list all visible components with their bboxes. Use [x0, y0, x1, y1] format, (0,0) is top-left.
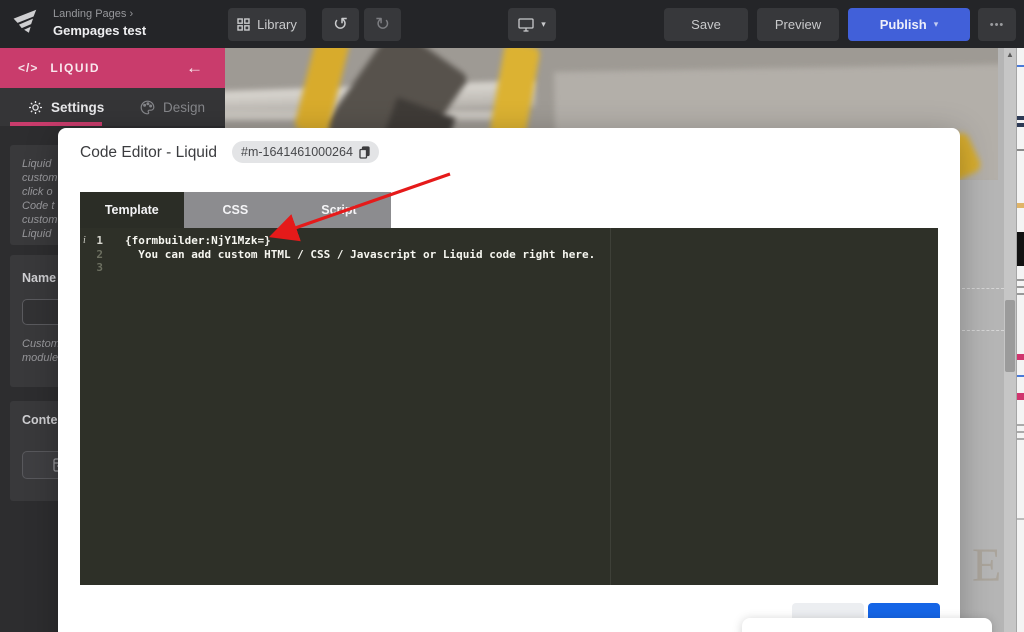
line-number: 3: [96, 261, 103, 274]
tab-settings[interactable]: Settings: [28, 88, 104, 126]
save-button[interactable]: Save: [664, 8, 748, 41]
grid-icon: [237, 18, 250, 31]
library-button[interactable]: Library: [228, 8, 306, 41]
code-text: You can add custom HTML / CSS / Javascri…: [110, 248, 595, 262]
preview-button[interactable]: Preview: [757, 8, 839, 41]
redo-button[interactable]: ↻: [364, 8, 401, 41]
active-tab-underline: [10, 122, 102, 126]
save-label: Save: [691, 17, 721, 32]
section-divider: [962, 330, 1004, 331]
preview-label: Preview: [775, 17, 821, 32]
code-icon: </>: [18, 61, 38, 75]
more-options-button[interactable]: •••: [978, 8, 1016, 41]
redo-icon: ↻: [375, 14, 390, 35]
scroll-up-icon[interactable]: ▲: [1006, 50, 1014, 59]
back-arrow-icon[interactable]: ←: [186, 58, 203, 78]
tab-settings-label: Settings: [51, 100, 104, 115]
top-bar: Landing Pages › Gempages test Library ↺ …: [0, 0, 1024, 48]
chevron-down-icon: ▾: [541, 19, 546, 30]
name-caption: Custom module: [22, 337, 60, 365]
palette-icon: [140, 100, 155, 115]
scrollbar-thumb[interactable]: [1005, 300, 1015, 372]
page-minimap-strip: [1016, 48, 1024, 632]
element-id-value: #m-1641461000264: [241, 145, 353, 159]
page-title: Gempages test: [53, 23, 146, 38]
notification-panel: [742, 618, 992, 632]
line-number: 1: [96, 234, 103, 247]
tab-design-label: Design: [163, 100, 205, 115]
name-label: Name: [22, 271, 56, 285]
gempages-logo: [12, 9, 42, 39]
code-editor[interactable]: i 1 {formbuilder:NjY1Mzk=} 2 You can add…: [80, 228, 938, 585]
info-annotation-icon: i: [83, 234, 86, 248]
section-divider: [962, 288, 1004, 289]
element-id-badge[interactable]: #m-1641461000264: [232, 141, 379, 163]
tab-css[interactable]: CSS: [184, 192, 288, 228]
page-text-watermark: E: [972, 538, 1001, 593]
tab-template[interactable]: Template: [80, 192, 184, 228]
publish-button[interactable]: Publish ▾: [848, 8, 970, 41]
breadcrumb[interactable]: Landing Pages ›: [53, 8, 133, 20]
device-selector[interactable]: ▾: [508, 8, 556, 41]
monitor-icon: [518, 18, 534, 32]
ellipsis-icon: •••: [990, 19, 1005, 31]
print-margin-line: [610, 228, 611, 585]
library-label: Library: [257, 17, 297, 32]
code-editor-modal: Code Editor - Liquid #m-1641461000264 Te…: [58, 128, 960, 632]
gear-icon: [28, 100, 43, 115]
undo-button[interactable]: ↺: [322, 8, 359, 41]
code-text: [110, 261, 125, 275]
tab-design[interactable]: Design: [140, 88, 205, 126]
line-number: 2: [96, 248, 103, 261]
element-header: </> LIQUID ←: [0, 48, 225, 88]
chevron-down-icon: ▾: [934, 19, 939, 30]
sidebar-tab-bar: Settings Design: [0, 88, 225, 126]
undo-icon: ↺: [333, 14, 348, 35]
tab-script[interactable]: Script: [287, 192, 391, 228]
canvas-scrollbar[interactable]: ▲: [1004, 48, 1016, 632]
element-type-label: LIQUID: [50, 61, 100, 75]
editor-tab-bar: Template CSS Script: [80, 192, 391, 228]
copy-icon[interactable]: [359, 146, 370, 159]
code-line: i 1 {formbuilder:NjY1Mzk=}: [80, 234, 938, 248]
code-line: 3: [80, 261, 938, 275]
modal-title: Code Editor - Liquid: [80, 144, 217, 162]
publish-label: Publish: [880, 17, 927, 32]
code-line: 2 You can add custom HTML / CSS / Javasc…: [80, 248, 938, 262]
breadcrumb-label[interactable]: Landing Pages: [53, 8, 126, 20]
code-text: {formbuilder:NjY1Mzk=}: [110, 234, 271, 248]
breadcrumb-chevron-icon: ›: [129, 8, 133, 20]
